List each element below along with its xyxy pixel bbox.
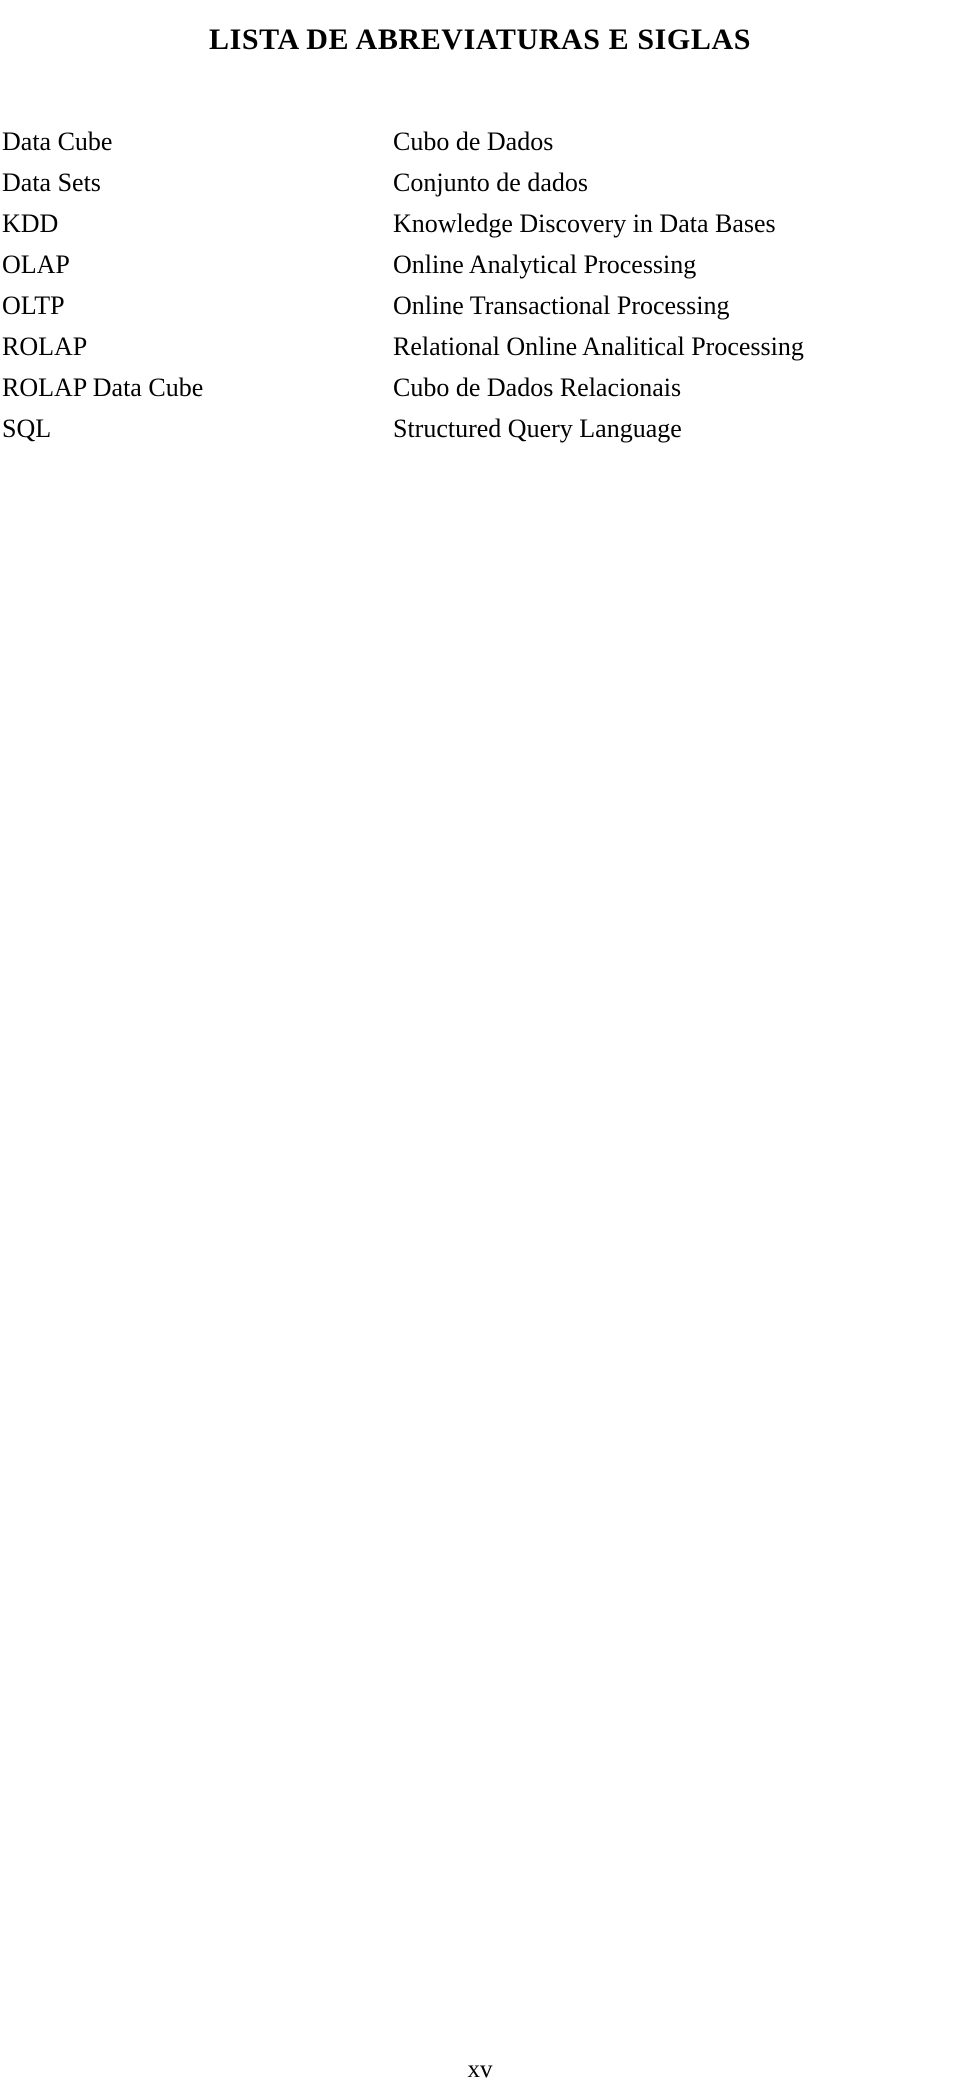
list-item: ROLAP Data Cube Cubo de Dados Relacionai… xyxy=(0,371,960,412)
abbreviation-definition: Online Analytical Processing xyxy=(393,250,697,279)
abbreviation-definition: Relational Online Analitical Processing xyxy=(393,332,804,361)
list-item: Data Sets Conjunto de dados xyxy=(0,166,960,207)
abbreviation-definition: Conjunto de dados xyxy=(393,168,588,197)
abbreviation-term: OLTP xyxy=(2,291,65,320)
document-page: LISTA DE ABREVIATURAS E SIGLAS Data Cube… xyxy=(0,0,960,2087)
list-item: OLAP Online Analytical Processing xyxy=(0,248,960,289)
list-item: KDD Knowledge Discovery in Data Bases xyxy=(0,207,960,248)
page-title: LISTA DE ABREVIATURAS E SIGLAS xyxy=(208,23,752,57)
abbreviation-definition: Online Transactional Processing xyxy=(393,291,730,320)
abbreviation-definition: Structured Query Language xyxy=(393,414,682,443)
abbreviation-term: Data Cube xyxy=(2,127,113,156)
abbreviation-term: OLAP xyxy=(2,250,70,279)
abbreviation-term: Data Sets xyxy=(2,168,101,197)
abbreviation-list: Data Cube Cubo de Dados Data Sets Conjun… xyxy=(0,125,960,453)
list-item: SQL Structured Query Language xyxy=(0,412,960,453)
page-number: xv xyxy=(467,2056,493,2083)
abbreviation-term: ROLAP Data Cube xyxy=(2,373,204,402)
abbreviation-term: SQL xyxy=(2,414,52,443)
abbreviation-term: KDD xyxy=(2,209,59,238)
abbreviation-definition: Knowledge Discovery in Data Bases xyxy=(393,209,776,238)
list-item: Data Cube Cubo de Dados xyxy=(0,125,960,166)
list-item: ROLAP Relational Online Analitical Proce… xyxy=(0,330,960,371)
abbreviation-definition: Cubo de Dados xyxy=(393,127,554,156)
abbreviation-definition: Cubo de Dados Relacionais xyxy=(393,373,682,402)
abbreviation-term: ROLAP xyxy=(2,332,88,361)
list-item: OLTP Online Transactional Processing xyxy=(0,289,960,330)
